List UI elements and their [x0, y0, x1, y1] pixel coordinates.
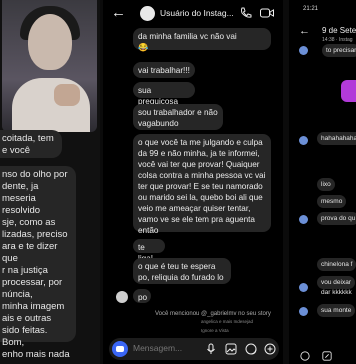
message-bubble[interactable]: vai trabalhar!!!: [133, 62, 195, 78]
laughing-emoji-icon: 😂: [138, 43, 149, 52]
own-message-bubble[interactable]: [341, 80, 356, 102]
video-call-icon[interactable]: [260, 8, 274, 18]
story-reply-status: Ignore a Vista: [201, 328, 229, 333]
phone-icon[interactable]: [240, 7, 252, 19]
sender-avatar[interactable]: [299, 46, 308, 55]
sender-avatar[interactable]: [299, 136, 308, 145]
message-bubble[interactable]: hahahahahah: [317, 132, 356, 145]
message-bubble[interactable]: sua preguiçosa: [133, 82, 195, 106]
message-bubble[interactable]: o que você ta me julgando e culpa da 99 …: [133, 134, 271, 235]
microphone-icon[interactable]: [205, 343, 217, 355]
story-reply-preview: angelica e mais Indesejad: [201, 319, 254, 324]
status-time: 21:21: [303, 6, 319, 12]
sticker-icon[interactable]: [300, 351, 310, 361]
message-input[interactable]: [133, 343, 203, 353]
left-chat-panel: coitada, tem e você nso do olho por dent…: [0, 0, 100, 364]
message-bubble[interactable]: to precisar: [322, 44, 356, 57]
sticker-icon[interactable]: [245, 343, 257, 355]
story-mention-note[interactable]: Você mencionou @_gabrielmv no seu story: [155, 311, 271, 317]
message-text-continuation: dar kkkkkk: [321, 289, 352, 296]
plus-circle-icon[interactable]: [264, 343, 276, 355]
direct-message-thread: ← Usuário do Instag... da minha familia …: [103, 0, 283, 364]
message-bubble[interactable]: po: [133, 289, 151, 303]
gallery-icon[interactable]: [225, 343, 237, 355]
person-face: [28, 14, 72, 70]
sender-avatar[interactable]: [299, 215, 308, 224]
chat-date-title: 9 de Setem: [322, 26, 356, 35]
message-bubble[interactable]: sua monte: [317, 304, 356, 317]
video-thumbnail[interactable]: [2, 0, 97, 132]
message-bubble[interactable]: prova do qu: [317, 212, 356, 225]
chat-subtitle: 14:38 · Instag: [322, 37, 353, 43]
sender-avatar[interactable]: [299, 307, 308, 316]
message-text: da minha familia vc não vai: [138, 32, 237, 41]
message-bubble[interactable]: te liga!: [133, 239, 165, 263]
left-long-message-bubble: nso do olho por dente, ja meseria resolv…: [0, 166, 76, 364]
person-hand: [54, 84, 80, 106]
message-composer: [289, 349, 356, 364]
compose-icon[interactable]: [322, 351, 332, 361]
sender-avatar[interactable]: [116, 291, 128, 303]
right-chat-panel: 21:21 ← 9 de Setem 14:38 · Instag to pre…: [289, 0, 356, 364]
message-bubble[interactable]: chinelona f: [317, 258, 356, 271]
camera-icon[interactable]: [112, 341, 128, 357]
back-arrow-icon[interactable]: ←: [111, 5, 126, 20]
avatar[interactable]: [140, 6, 155, 21]
left-message-bubble: coitada, tem e você: [0, 130, 62, 158]
chat-header: ← Usuário do Instag...: [103, 0, 283, 28]
message-bubble[interactable]: sou trabalhador e não vagabundo: [133, 104, 223, 130]
message-bubble[interactable]: da minha familia vc não vai 😂: [133, 28, 271, 52]
screenshot-collage: coitada, tem e você nso do olho por dent…: [0, 0, 356, 364]
message-bubble[interactable]: o que é teu te espera po, reliquia do fu…: [133, 258, 231, 284]
back-arrow-icon[interactable]: ←: [299, 25, 310, 37]
message-bubble[interactable]: lixo: [317, 178, 335, 191]
message-composer: [109, 338, 279, 360]
sender-avatar[interactable]: [299, 283, 308, 292]
chat-username[interactable]: Usuário do Instag...: [160, 8, 234, 18]
message-bubble[interactable]: mesmo: [317, 195, 347, 208]
